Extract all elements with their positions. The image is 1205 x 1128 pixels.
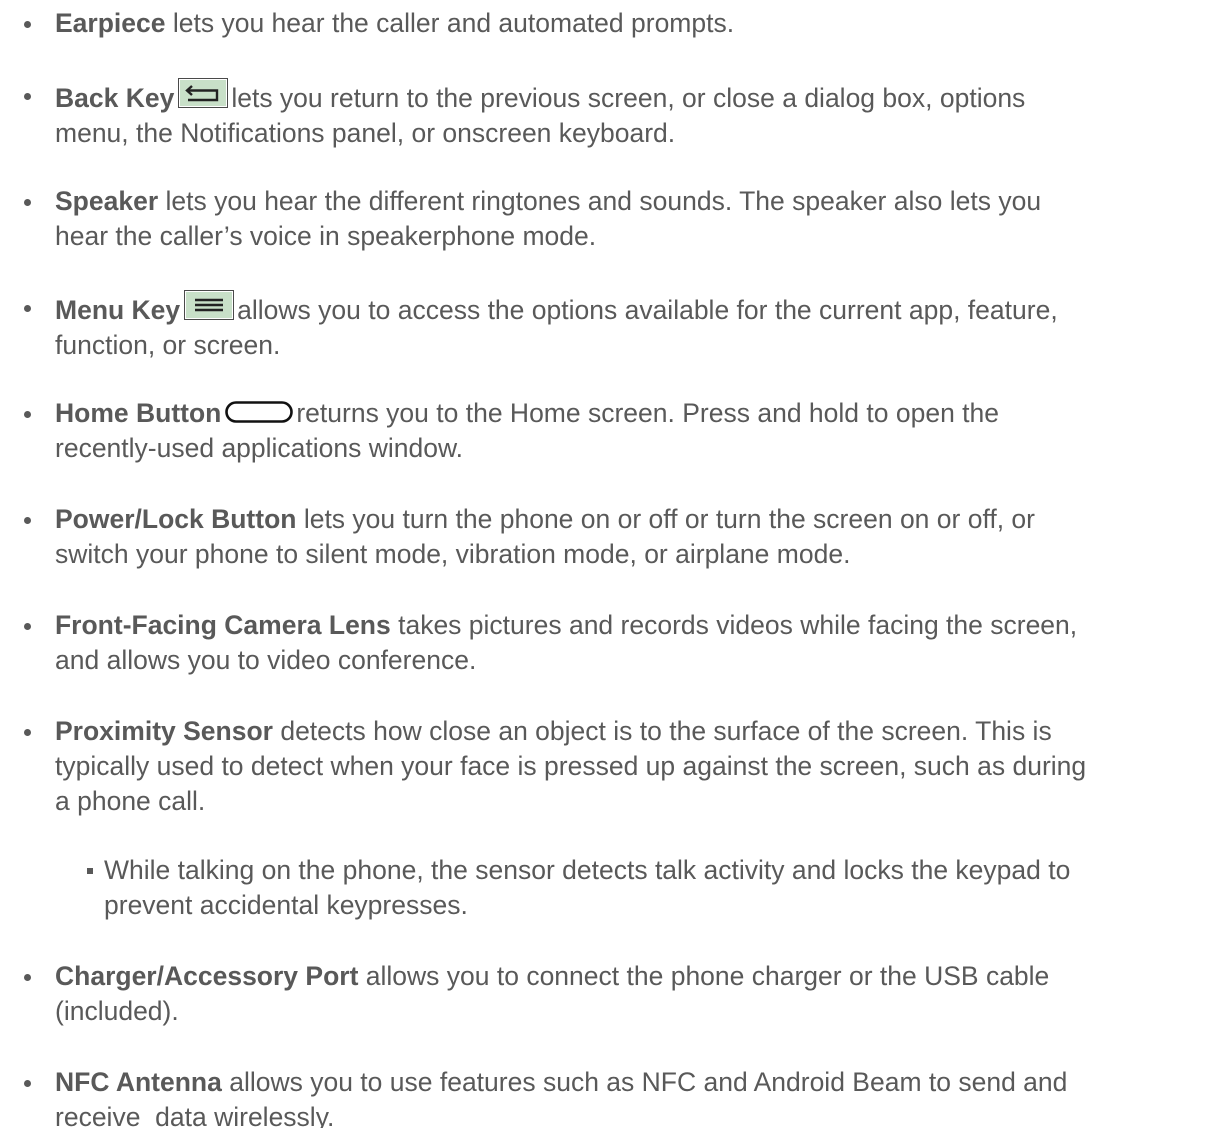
bullet (24, 1080, 31, 1087)
term: Back Key (55, 83, 175, 113)
description: takes pictures and records videos while … (390, 610, 1078, 640)
description: allows you to access the options availab… (237, 295, 1058, 325)
description: While talking on the phone, the sensor d… (104, 855, 1071, 885)
description: lets you turn the phone on or off or tur… (296, 504, 1035, 534)
sub-list-item-text: While talking on the phone, the sensor d… (104, 853, 1195, 923)
description-continued: and allows you to video conference. (55, 645, 477, 675)
term: Proximity Sensor (55, 716, 273, 746)
list-item-text: Front-Facing Camera Lens takes pictures … (55, 608, 1195, 678)
description-continued: prevent accidental keypresses. (104, 890, 468, 920)
list-item-text: Home Button returns you to the Home scree… (55, 396, 1195, 466)
description: detects how close an object is to the su… (272, 716, 1052, 746)
menu-lines-icon (184, 290, 235, 320)
description-continued: recently-used applications window. (55, 433, 464, 463)
term: Earpiece (55, 8, 166, 38)
description-continued: hear the caller’s voice in speakerphone … (55, 221, 597, 251)
term: Power/Lock Button (55, 504, 297, 534)
bullet (24, 93, 31, 100)
description: lets you hear the different ringtones an… (158, 186, 1042, 216)
list-item-text: NFC Antenna allows you to use features s… (55, 1065, 1195, 1128)
description-continued: (included). (55, 996, 179, 1026)
bullet (24, 623, 31, 630)
list-item-text: Charger/Accessory Port allows you to con… (55, 959, 1195, 1029)
bullet (24, 974, 31, 981)
term: NFC Antenna (55, 1067, 222, 1097)
bullet (24, 305, 31, 312)
home-button-icon (225, 401, 294, 423)
bullet (24, 517, 31, 524)
term: Charger/Accessory Port (55, 961, 359, 991)
description-continued: receive data wirelessly. (55, 1102, 335, 1128)
description-continued: a phone call. (55, 786, 206, 816)
bullet (24, 199, 31, 206)
description-continued: function, or screen. (55, 330, 281, 360)
bullet (24, 729, 31, 736)
description: returns you to the Home screen. Press an… (296, 398, 1000, 428)
term: Menu Key (55, 295, 181, 325)
list-item-text: Power/Lock Button lets you turn the phon… (55, 502, 1195, 572)
list-item-text: Proximity Sensor detects how close an ob… (55, 714, 1195, 819)
description: lets you return to the previous screen, … (231, 83, 1026, 113)
description: allows you to connect the phone charger … (358, 961, 1050, 991)
description: lets you hear the caller and automated p… (165, 8, 735, 38)
bullet (24, 21, 31, 28)
term: Home Button (55, 398, 222, 428)
description-continued: switch your phone to silent mode, vibrat… (55, 539, 851, 569)
list-item-text: Back Key lets you return to the previous … (55, 78, 1195, 151)
bullet (24, 411, 31, 418)
description: allows you to use features such as NFC a… (221, 1067, 1068, 1097)
back-arrow-icon (178, 78, 229, 108)
description-continued: menu, the Notifications panel, or onscre… (55, 118, 676, 148)
list-item-text: Menu Key allows you to access the options… (55, 290, 1195, 363)
list-item-text: Earpiece lets you hear the caller and au… (55, 6, 1195, 41)
document-page: Earpiece lets you hear the caller and au… (0, 0, 1205, 1128)
square-bullet (87, 868, 93, 874)
term: Speaker (55, 186, 159, 216)
list-item-text: Speaker lets you hear the different ring… (55, 184, 1195, 254)
term: Front-Facing Camera Lens (55, 610, 391, 640)
description-continued: typically used to detect when your face … (55, 751, 1087, 781)
